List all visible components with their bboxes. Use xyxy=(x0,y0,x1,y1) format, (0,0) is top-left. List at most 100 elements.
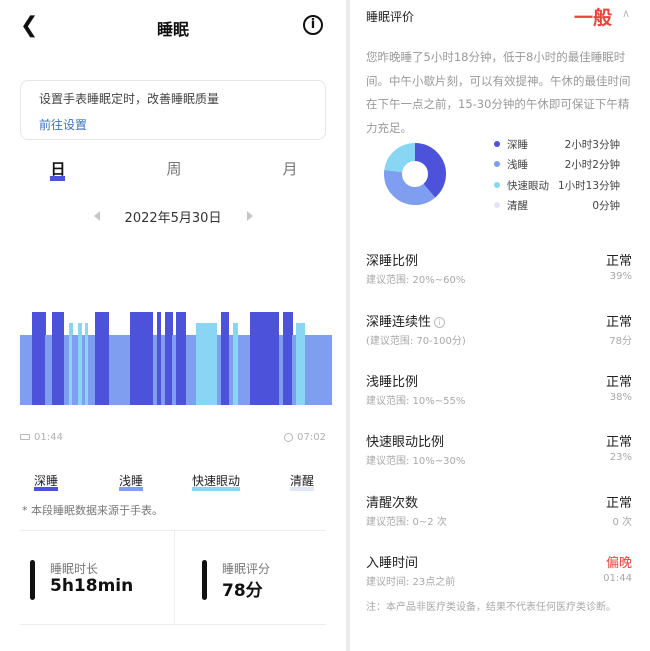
legend-deep-swatch xyxy=(34,487,59,491)
divider xyxy=(20,624,326,625)
metric-title: 浅睡比例 xyxy=(366,375,419,390)
sleep-evaluation-panel: 睡眠评价 一般 ∧ 您昨晚睡了5小时18分钟，低于8小时的最佳睡眠时间。中午小歇… xyxy=(350,0,650,651)
tab-week[interactable]: 周 xyxy=(164,158,184,179)
metric-value: 0 次 xyxy=(612,517,632,528)
metric-range: 建议范围: 10%~55% xyxy=(366,396,466,407)
metric-range: 建议范围: 20%~60% xyxy=(366,275,466,286)
sleep-segment-deep xyxy=(249,312,280,405)
metric-row: 深睡连续性 i 正常 (建议范围: 70-100分) 78分 xyxy=(366,311,632,351)
metric-row: 快速眼动比例 正常建议范围: 10%~30% 23% xyxy=(366,431,632,471)
legend-light-swatch xyxy=(119,487,144,491)
breakdown-value: 2小时3分钟 xyxy=(564,139,620,151)
metric-value: 78分 xyxy=(609,336,632,347)
sleep-stage-timeline xyxy=(20,312,333,405)
sleep-segment-deep xyxy=(130,312,154,405)
metric-status: 正常 xyxy=(605,375,632,390)
metric-row: 深睡比例 正常建议范围: 20%~60% 39% xyxy=(366,250,632,290)
sleep-score-label: 睡眠评分 xyxy=(222,562,271,576)
sleep-score-value: 78分 xyxy=(222,581,263,601)
evaluation-title: 睡眠评价 xyxy=(366,10,415,24)
divider xyxy=(20,530,326,531)
sleep-segment-rem xyxy=(195,323,218,405)
metric-range: (建议范围: 70-100分) xyxy=(366,336,466,347)
active-tab-underline xyxy=(50,176,65,181)
metric-title: 清醒次数 xyxy=(366,496,419,511)
next-date-icon[interactable] xyxy=(247,211,253,221)
stage-donut-chart xyxy=(384,143,446,205)
header-bar: ❮ 睡眠 i xyxy=(0,0,346,52)
legend-rem-swatch xyxy=(192,487,241,491)
info-icon[interactable]: i xyxy=(434,317,446,328)
metric-status: 正常 xyxy=(605,315,632,330)
evaluation-text: 您昨晚睡了5小时18分钟，低于8小时的最佳睡眠时间。中午小歇片刻，可以有效提神。… xyxy=(366,50,631,135)
metric-status: 正常 xyxy=(605,496,632,511)
sleep-segment-light xyxy=(108,335,131,405)
metric-range: 建议时间: 23点之前 xyxy=(366,577,456,588)
metric-value: 38% xyxy=(609,392,632,403)
breakdown-label: 清醒 xyxy=(507,200,528,212)
current-date: 2022年5月30日 xyxy=(124,211,222,226)
breakdown-dot xyxy=(494,161,500,167)
sleep-duration-label: 睡眠时长 xyxy=(50,562,99,576)
sleep-segment-light xyxy=(20,335,32,405)
stat-bar xyxy=(202,560,207,600)
metric-row: 清醒次数 正常建议范围: 0~2 次 0 次 xyxy=(366,492,632,532)
sleep-segment-rem xyxy=(296,323,306,405)
alarm-clock-icon xyxy=(284,432,294,442)
sleep-score-stat: 睡眠评分 78分 xyxy=(202,560,332,604)
metric-value: 39% xyxy=(609,271,632,282)
metric-title: 深睡连续性 i xyxy=(366,311,446,330)
metric-status: 正常 xyxy=(605,254,632,269)
go-to-settings-link[interactable]: 前往设置 xyxy=(39,116,87,133)
breakdown-value: 1小时13分钟 xyxy=(557,180,620,192)
metric-range: 建议范围: 10%~30% xyxy=(366,456,466,467)
metric-title: 入睡时间 xyxy=(366,556,419,571)
breakdown-deep: 深睡 2小时3分钟 xyxy=(494,137,620,153)
divider xyxy=(174,531,175,624)
disclaimer: 注：本产品非医疗类设备，结果不代表任何医疗类诊断。 xyxy=(366,602,616,613)
chevron-up-icon[interactable]: ∧ xyxy=(622,7,630,20)
breakdown-dot xyxy=(494,182,500,188)
tip-card-text: 设置手表睡眠定时，改善睡眠质量 xyxy=(39,92,220,106)
sleep-segment-deep xyxy=(31,312,46,405)
sleep-segment-deep xyxy=(176,312,187,405)
metric-title: 深睡比例 xyxy=(366,254,419,269)
tab-month[interactable]: 月 xyxy=(280,158,300,179)
bed-icon xyxy=(20,434,30,440)
breakdown-dot xyxy=(494,141,500,147)
timeline-times: 01:44 07:02 xyxy=(20,432,326,446)
legend-awake-swatch xyxy=(290,487,315,491)
metric-status: 正常 xyxy=(605,435,632,450)
breakdown-label: 快速眼动 xyxy=(507,180,549,192)
date-navigator: 2022年5月30日 xyxy=(0,207,346,227)
sleep-segment-deep xyxy=(282,312,293,405)
breakdown-label: 浅睡 xyxy=(507,159,528,171)
metric-row: 入睡时间 偏晚 建议时间: 23点之前 01:44 xyxy=(366,552,632,592)
legend-light: 浅睡 xyxy=(119,472,144,491)
metric-range: 建议范围: 0~2 次 xyxy=(366,517,447,528)
metric-value: 01:44 xyxy=(603,573,632,584)
sleep-segment-light xyxy=(237,335,250,405)
period-tabs: 日 周 月 xyxy=(0,158,346,186)
sleep-segment-light xyxy=(185,335,196,405)
breakdown-rem: 快速眼动 1小时13分钟 xyxy=(494,178,620,194)
info-icon[interactable]: i xyxy=(303,15,323,35)
sleep-daily-panel: ❮ 睡眠 i 设置手表睡眠定时，改善睡眠质量 前往设置 日 周 月 2022年5… xyxy=(0,0,346,651)
breakdown-label: 深睡 xyxy=(507,139,528,151)
stat-bar xyxy=(30,560,35,600)
page-title: 睡眠 xyxy=(156,20,189,39)
breakdown-awake: 清醒 0分钟 xyxy=(494,198,620,214)
breakdown-value: 0分钟 xyxy=(592,200,620,212)
sleep-duration-value: 5h18min xyxy=(50,576,134,596)
breakdown-value: 2小时2分钟 xyxy=(564,159,620,171)
legend-awake: 清醒 xyxy=(290,472,315,491)
tip-card: 设置手表睡眠定时，改善睡眠质量 前往设置 xyxy=(20,80,326,140)
metric-title: 快速眼动比例 xyxy=(366,435,445,450)
metric-value: 23% xyxy=(609,452,632,463)
evaluation-rating: 一般 xyxy=(574,7,613,29)
sleep-duration-stat: 睡眠时长 5h18min xyxy=(30,560,170,604)
sleep-start-time: 01:44 xyxy=(20,432,63,443)
sleep-segment-deep xyxy=(95,312,110,405)
legend-deep: 深睡 xyxy=(34,472,59,491)
stage-legend: 深睡 浅睡 快速眼动 清醒 xyxy=(0,472,346,492)
